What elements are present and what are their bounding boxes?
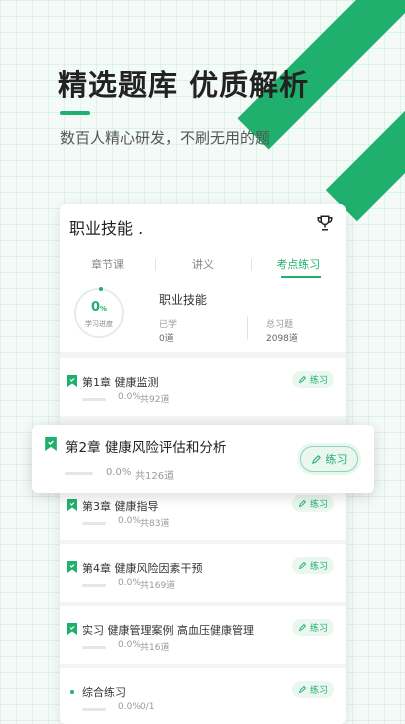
chapter-title: 第1章 健康监测 xyxy=(82,376,159,389)
chapter-row-5[interactable]: 实习 健康管理案例 高血压健康管理 0.0% 共16道 练习 xyxy=(60,606,346,664)
chapter-count: 0/1 xyxy=(140,702,155,712)
learned-label: 已学 xyxy=(159,320,178,330)
promo-headline: 精选题库 优质解析 xyxy=(58,68,310,102)
progress-number: 0% xyxy=(90,300,108,315)
practice-button[interactable]: 练习 xyxy=(300,446,358,472)
progress-caption: 学习进度 xyxy=(85,320,113,328)
pencil-icon xyxy=(298,499,307,508)
bullet-dot xyxy=(70,690,74,694)
chapter-count: 共126道 xyxy=(135,471,175,482)
chapter-percent: 0.0% xyxy=(106,467,132,478)
chapter-progress-bar xyxy=(65,472,93,475)
page-title: 职业技能 . xyxy=(69,219,144,238)
chapter-percent: 0.0% xyxy=(118,702,141,712)
decor-stripe xyxy=(325,62,405,222)
bookmark-icon xyxy=(45,437,57,451)
tab-chapter-course[interactable]: 章节课 xyxy=(60,254,155,276)
chapter-progress-bar xyxy=(82,708,106,711)
tab-handout[interactable]: 讲义 xyxy=(155,254,250,276)
chapter-title: 第4章 健康风险因素干预 xyxy=(82,562,203,575)
chapter-progress-bar xyxy=(82,398,106,401)
chapter-count: 共16道 xyxy=(140,643,170,653)
chapter-title: 实习 健康管理案例 高血压健康管理 xyxy=(82,624,254,637)
chapter-percent: 0.0% xyxy=(118,640,141,650)
chapter-title: 综合练习 xyxy=(82,686,126,699)
practice-button[interactable]: 练习 xyxy=(292,619,334,636)
chapter-percent: 0.0% xyxy=(118,578,141,588)
chapter-row-6[interactable]: 综合练习 0.0% 0/1 练习 xyxy=(60,668,346,724)
bookmark-icon xyxy=(67,623,77,635)
chapter-percent: 0.0% xyxy=(118,392,141,402)
chapter-title: 第2章 健康风险评估和分析 xyxy=(65,440,227,456)
chapter-row-4[interactable]: 第4章 健康风险因素干预 0.0% 共169道 练习 xyxy=(60,544,346,602)
practice-button[interactable]: 练习 xyxy=(292,681,334,698)
promo-subline: 数百人精心研发，不刷无用的题 xyxy=(60,129,271,147)
chapter-progress-bar xyxy=(82,522,106,525)
stats-divider xyxy=(247,316,248,340)
chapter-progress-bar xyxy=(82,646,106,649)
trophy-icon[interactable] xyxy=(316,214,334,232)
active-tab-indicator xyxy=(281,276,321,278)
progress-dot xyxy=(99,287,103,291)
chapter-count: 共169道 xyxy=(140,581,176,591)
chapter-count: 共92道 xyxy=(140,395,170,405)
course-name: 职业技能 xyxy=(159,293,208,307)
pencil-icon xyxy=(311,454,321,464)
chapter-progress-bar xyxy=(82,584,106,587)
practice-button[interactable]: 练习 xyxy=(292,371,334,388)
pencil-icon xyxy=(298,375,307,384)
headline-underline xyxy=(60,111,90,115)
pencil-icon xyxy=(298,561,307,570)
practice-button[interactable]: 练习 xyxy=(292,557,334,574)
progress-ring: 0% 学习进度 xyxy=(74,288,124,338)
practice-button[interactable]: 练习 xyxy=(292,495,334,512)
chapter-count: 共83道 xyxy=(140,519,170,529)
chapter-percent: 0.0% xyxy=(118,516,141,526)
pencil-icon xyxy=(298,685,307,694)
total-label: 总习题 xyxy=(266,320,294,330)
chapter-title: 第3章 健康指导 xyxy=(82,500,159,513)
bookmark-icon xyxy=(67,499,77,511)
progress-panel: 0% 学习进度 职业技能 已学 0道 总习题 2098道 xyxy=(60,282,346,352)
pencil-icon xyxy=(298,623,307,632)
chapter-row-1[interactable]: 第1章 健康监测 0.0% 共92道 练习 xyxy=(60,358,346,416)
bookmark-icon xyxy=(67,375,77,387)
tab-bar: 章节课 讲义 考点练习 xyxy=(60,254,346,276)
bookmark-icon xyxy=(67,561,77,573)
total-value: 2098道 xyxy=(266,334,298,344)
learned-value: 0道 xyxy=(159,334,174,344)
tab-exam-practice[interactable]: 考点练习 xyxy=(250,254,346,276)
chapter-row-2-highlight[interactable]: 第2章 健康风险评估和分析 0.0% 共126道 练习 xyxy=(32,425,374,493)
